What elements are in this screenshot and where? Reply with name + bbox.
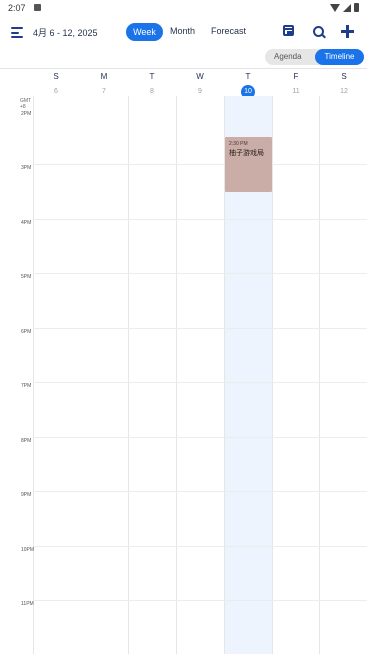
hour-label: 5PM (21, 274, 32, 280)
status-time: 2:07 (8, 3, 26, 13)
event-title: 柚子游戏局 (229, 150, 264, 157)
grid-vline (33, 96, 34, 654)
day-letter: S (341, 72, 347, 81)
grid-vline (128, 96, 129, 654)
grid-vline (176, 96, 177, 654)
hour-label: 6PM (21, 329, 32, 335)
day-header-wed[interactable]: W 9 (176, 72, 224, 99)
day-letter: T (245, 72, 251, 81)
day-letter: M (100, 72, 108, 81)
view-toggle: Agenda Timeline (265, 49, 364, 65)
hour-label: 11PM (21, 601, 34, 607)
status-bar: 2:07 (0, 0, 367, 16)
day-header-tue[interactable]: T 8 (128, 72, 176, 99)
toggle-timeline[interactable]: Timeline (315, 49, 364, 65)
date-range-title[interactable]: 4月 6 - 12, 2025 (33, 26, 98, 39)
grid-hline (33, 546, 367, 547)
grid-hline (33, 600, 367, 601)
hour-label: 2PM (21, 111, 32, 117)
hour-label: 8PM (21, 438, 32, 444)
grid-hline (33, 219, 367, 220)
calendar-today-icon[interactable] (283, 25, 294, 36)
timeline-grid[interactable]: GMT +8 2PM 3PM 4PM 5PM 6PM 7PM 8PM 9PM 1… (0, 96, 367, 654)
status-icons (330, 3, 359, 12)
tab-month[interactable]: Month (170, 26, 195, 36)
signal-icon (343, 3, 351, 12)
day-header-fri[interactable]: F 11 (272, 72, 320, 99)
search-icon[interactable] (313, 26, 325, 38)
battery-icon (354, 3, 359, 12)
hour-label: 9PM (21, 492, 32, 498)
grid-vline (319, 96, 320, 654)
grid-hline (33, 437, 367, 438)
day-header-thu[interactable]: T 10 (224, 72, 272, 99)
tab-forecast[interactable]: Forecast (211, 26, 246, 36)
hour-label: 3PM (21, 165, 32, 171)
timezone-label: GMT +8 (20, 98, 31, 110)
timezone-offset: +8 (20, 104, 26, 110)
day-letter: T (149, 72, 155, 81)
calendar-event[interactable]: 2:30 PM 柚子游戏局 (225, 137, 272, 192)
add-icon[interactable] (341, 25, 354, 38)
grid-hline (33, 328, 367, 329)
tab-week[interactable]: Week (126, 23, 163, 41)
hour-label: 4PM (21, 220, 32, 226)
grid-hline (33, 164, 367, 165)
app-bar: 4月 6 - 12, 2025 Week Month Forecast (0, 16, 367, 48)
grid-hline (33, 273, 367, 274)
day-header-mon[interactable]: M 7 (80, 72, 128, 99)
grid-hline (33, 491, 367, 492)
day-header-sun[interactable]: S 6 (32, 72, 80, 99)
divider (0, 68, 367, 69)
hour-label: 10PM (21, 547, 35, 553)
event-time: 2:30 PM (229, 141, 248, 147)
day-header-sat[interactable]: S 12 (320, 72, 367, 99)
day-letter: F (293, 72, 299, 81)
day-letter: W (196, 72, 204, 81)
wifi-icon (330, 3, 340, 12)
menu-icon[interactable] (11, 27, 23, 38)
toggle-agenda[interactable]: Agenda (274, 52, 302, 61)
grid-vline (272, 96, 273, 654)
notification-icon (34, 4, 41, 11)
grid-hline (33, 382, 367, 383)
hour-label: 7PM (21, 383, 32, 389)
day-letter: S (53, 72, 59, 81)
